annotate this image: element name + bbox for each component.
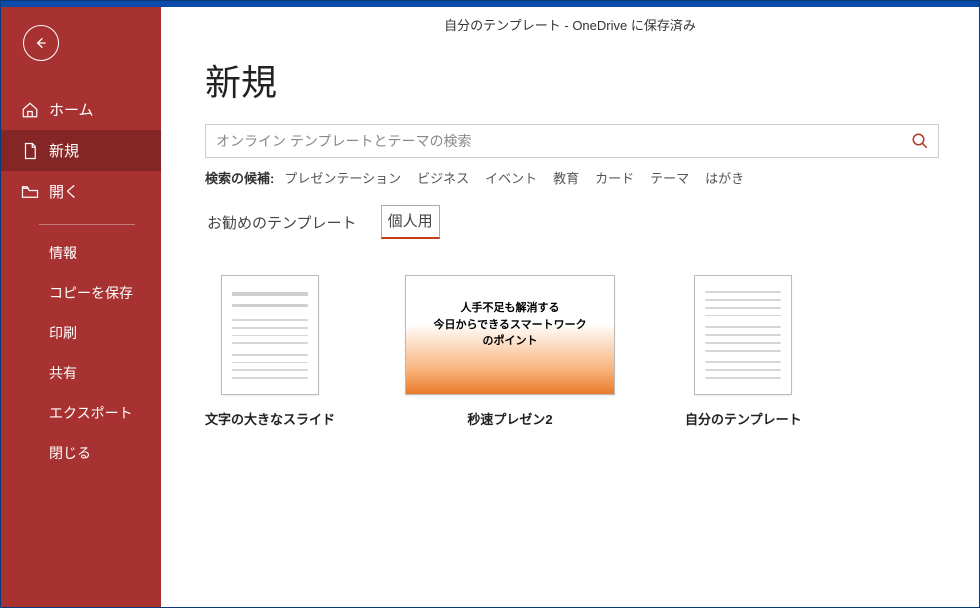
slide-line2: 今日からできるスマートワーク: [433, 317, 586, 334]
arrow-left-icon: [33, 35, 49, 51]
window-title: 自分のテンプレート - OneDrive に保存済み: [161, 7, 979, 38]
template-thumb: 人手不足も解消する 今日からできるスマートワーク のポイント: [405, 275, 615, 395]
tab-personal[interactable]: 個人用: [381, 205, 440, 239]
nav-info[interactable]: 情報: [1, 233, 161, 273]
folder-open-icon: [21, 183, 39, 201]
suggest-education[interactable]: 教育: [553, 168, 579, 187]
suggest-theme[interactable]: テーマ: [650, 168, 689, 187]
slide-line3: のポイント: [483, 333, 538, 350]
app-window: ホーム 新規 開く 情報 コピーを保存 印刷 共有 エクスポート 閉じる: [0, 0, 980, 608]
template-label: 秒速プレゼン2: [467, 409, 552, 428]
template-grid: 文字の大きなスライド 人手不足も解消する 今日からできるスマートワーク のポイン…: [205, 275, 939, 428]
nav-open-label: 開く: [49, 181, 79, 202]
tab-recommended[interactable]: お勧めのテンプレート: [205, 208, 359, 239]
template-big-text-slide[interactable]: 文字の大きなスライド: [205, 275, 335, 428]
template-thumb: [221, 275, 319, 395]
home-icon: [21, 101, 39, 119]
page-title: 新規: [161, 38, 979, 124]
search-suggestions: 検索の候補: プレゼンテーション ビジネス イベント 教育 カード テーマ はが…: [205, 168, 939, 187]
slide-preview: 人手不足も解消する 今日からできるスマートワーク のポイント: [406, 276, 614, 394]
backstage-sidebar: ホーム 新規 開く 情報 コピーを保存 印刷 共有 エクスポート 閉じる: [1, 7, 161, 607]
suggest-business[interactable]: ビジネス: [417, 168, 469, 187]
slide-line1: 人手不足も解消する: [461, 300, 560, 317]
search-input[interactable]: [206, 133, 902, 149]
nav-separator: [39, 224, 135, 225]
suggest-card[interactable]: カード: [595, 168, 634, 187]
search-icon: [911, 132, 929, 150]
nav-export[interactable]: エクスポート: [1, 393, 161, 433]
document-icon: [21, 142, 39, 160]
template-thumb: [694, 275, 792, 395]
nav-new-label: 新規: [49, 140, 79, 161]
back-button[interactable]: [23, 25, 59, 61]
template-label: 自分のテンプレート: [685, 409, 802, 428]
nav-save-copy[interactable]: コピーを保存: [1, 273, 161, 313]
nav-print[interactable]: 印刷: [1, 313, 161, 353]
main-panel: 自分のテンプレート - OneDrive に保存済み 新規 検索の候補: プレゼ…: [161, 7, 979, 607]
template-search: [205, 124, 939, 158]
nav-share[interactable]: 共有: [1, 353, 161, 393]
nav-home[interactable]: ホーム: [1, 89, 161, 130]
search-button[interactable]: [902, 125, 938, 157]
nav-home-label: ホーム: [49, 99, 94, 120]
template-tabs: お勧めのテンプレート 個人用: [205, 205, 939, 239]
template-my-template[interactable]: 自分のテンプレート: [685, 275, 802, 428]
suggest-label: 検索の候補:: [205, 168, 274, 187]
nav-new[interactable]: 新規: [1, 130, 161, 171]
nav-close[interactable]: 閉じる: [1, 433, 161, 473]
suggest-event[interactable]: イベント: [485, 168, 537, 187]
suggest-presentation[interactable]: プレゼンテーション: [284, 168, 401, 187]
app-body: ホーム 新規 開く 情報 コピーを保存 印刷 共有 エクスポート 閉じる: [1, 7, 979, 607]
template-label: 文字の大きなスライド: [205, 409, 335, 428]
suggest-postcard[interactable]: はがき: [705, 168, 744, 187]
template-speed-presen2[interactable]: 人手不足も解消する 今日からできるスマートワーク のポイント 秒速プレゼン2: [405, 275, 615, 428]
nav-open[interactable]: 開く: [1, 171, 161, 212]
